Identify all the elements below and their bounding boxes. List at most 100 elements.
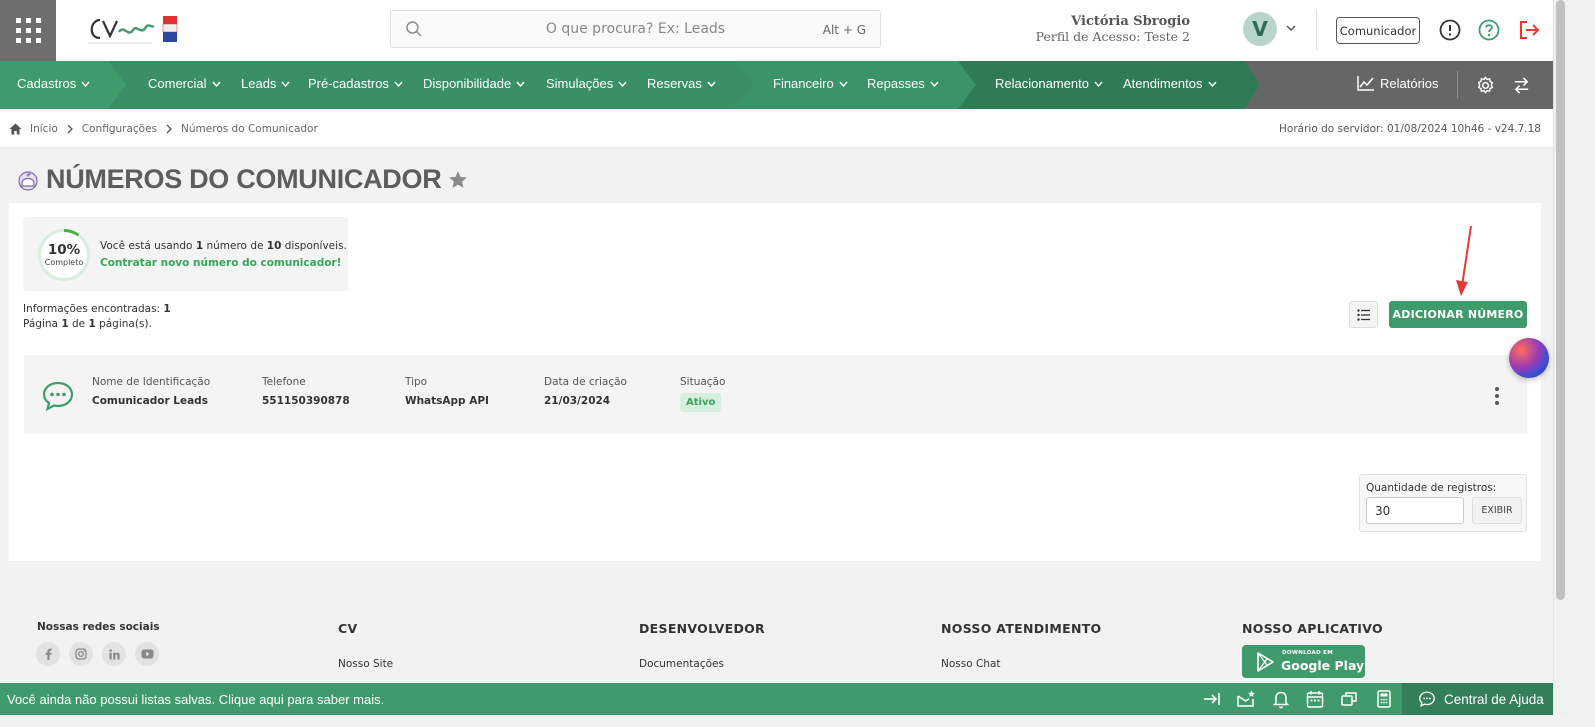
company-logo <box>88 16 178 44</box>
usage-text: disponíveis. <box>281 240 347 252</box>
footer-col-support: NOSSO ATENDIMENTO Nosso Chat <box>941 621 1101 670</box>
instagram-icon[interactable] <box>69 642 93 666</box>
main-nav: Cadastros Comercial Leads Pré-cadastros … <box>0 61 1553 109</box>
social-title: Nossas redes sociais <box>37 621 160 633</box>
results-number: 1 <box>163 303 171 315</box>
pagination-label: página(s). <box>95 318 152 330</box>
nav-repasses[interactable]: Repasses <box>867 76 939 91</box>
nav-pre-cadastros[interactable]: Pré-cadastros <box>308 76 403 91</box>
communicator-button[interactable]: Comunicador <box>1336 17 1420 44</box>
results-info: Informações encontradas: 1 Página 1 de 1… <box>23 302 171 332</box>
search-shortcut-hint: Alt + G <box>822 23 866 37</box>
kebab-dot <box>1495 401 1499 405</box>
youtube-icon[interactable] <box>135 642 159 666</box>
results-label: Informações encontradas: <box>23 303 164 315</box>
col-name-value: Comunicador Leads <box>92 395 208 407</box>
top-header: Alt + G Victória Sbrogio Perfil de Acess… <box>0 0 1553 61</box>
breadcrumb-configuracoes[interactable]: Configurações <box>82 123 157 135</box>
assistant-orb-button[interactable] <box>1509 338 1549 378</box>
nav-relacionamento[interactable]: Relacionamento <box>995 76 1103 91</box>
calculator-icon[interactable] <box>1374 689 1394 709</box>
col-created-header: Data de criação <box>544 376 627 388</box>
user-info[interactable]: Victória Sbrogio Perfil de Acesso: Teste… <box>1036 14 1190 44</box>
info-icon[interactable] <box>1438 18 1462 42</box>
records-input[interactable] <box>1366 497 1464 524</box>
avatar[interactable]: V <box>1243 12 1277 46</box>
chevron-down-icon <box>1094 81 1103 87</box>
status-badge: Ativo <box>680 393 722 412</box>
play-store-icon <box>1257 652 1274 672</box>
col-phone: Telefone 551150390878 <box>262 376 350 407</box>
nav-cadastros[interactable]: Cadastros <box>17 76 90 91</box>
records-per-page-box: Quantidade de registros: EXIBIR <box>1359 474 1527 532</box>
col-name-header: Nome de Identificação <box>92 376 211 388</box>
help-icon[interactable] <box>1477 18 1501 42</box>
star-favorite-icon[interactable] <box>447 169 469 191</box>
row-actions-menu[interactable] <box>1490 385 1504 407</box>
search-input[interactable] <box>391 11 880 47</box>
gear-icon[interactable] <box>1476 76 1495 95</box>
breadcrumb: Início Configurações Números do Comunica… <box>9 123 318 135</box>
chevron-down-icon <box>839 81 848 87</box>
footer-link-site[interactable]: Nosso Site <box>338 658 393 670</box>
help-center-button[interactable]: Central de Ajuda <box>1402 683 1553 715</box>
nav-financeiro[interactable]: Financeiro <box>773 76 848 91</box>
annotation-arrow-icon <box>1456 225 1472 296</box>
bell-icon[interactable] <box>1271 689 1291 709</box>
linkedin-icon[interactable] <box>102 642 126 666</box>
windows-icon[interactable] <box>1339 689 1359 709</box>
nav-label: Disponibilidade <box>423 76 512 91</box>
saved-lists-message[interactable]: Você ainda não possui listas salvas. Cli… <box>7 692 384 707</box>
footer-col-dev: DESENVOLVEDOR Documentações <box>639 621 765 670</box>
nav-relatorios[interactable]: Relatórios <box>1357 75 1439 91</box>
col-created-value: 21/03/2024 <box>544 395 611 407</box>
hire-number-link[interactable]: Contratar novo número do comunicador! <box>100 257 341 269</box>
nav-label: Pré-cadastros <box>308 76 389 91</box>
nav-label: Atendimentos <box>1123 76 1203 91</box>
collapse-right-icon[interactable] <box>1202 689 1222 709</box>
nav-reservas[interactable]: Reservas <box>647 76 716 91</box>
nav-atendimentos[interactable]: Atendimentos <box>1123 76 1217 91</box>
chevron-down-icon <box>394 81 403 87</box>
footer-link-docs[interactable]: Documentações <box>639 658 765 670</box>
chevron-down-icon <box>618 81 627 87</box>
usage-total: 10 <box>266 240 282 252</box>
list-view-button[interactable] <box>1349 301 1378 328</box>
footer-col-title: DESENVOLVEDOR <box>639 621 765 636</box>
footer-col-title: CV <box>338 621 358 636</box>
mail-star-icon[interactable] <box>1236 689 1256 709</box>
breadcrumb-home[interactable]: Início <box>30 123 58 135</box>
col-type-value: WhatsApp API <box>405 395 489 407</box>
main-card: 10% Completo Você está usando 1 número d… <box>9 203 1541 561</box>
nav-leads[interactable]: Leads <box>241 76 290 91</box>
nav-disponibilidade[interactable]: Disponibilidade <box>423 76 525 91</box>
scrollbar-thumb[interactable] <box>1556 0 1565 600</box>
add-number-button[interactable]: ADICIONAR NÚMERO <box>1389 301 1527 328</box>
user-profile: Perfil de Acesso: Teste 2 <box>1035 29 1190 44</box>
server-time: Horário do servidor: 01/08/2024 10h46 - … <box>1279 123 1541 135</box>
footer-col-title: NOSSO APLICATIVO <box>1242 621 1383 636</box>
facebook-icon[interactable] <box>36 642 60 666</box>
nav-label: Cadastros <box>17 76 77 91</box>
nav-simulacoes[interactable]: Simulações <box>546 76 627 91</box>
divider <box>1316 10 1317 50</box>
apps-menu-button[interactable] <box>0 0 56 61</box>
swap-arrows-icon[interactable] <box>1512 76 1531 95</box>
show-records-button[interactable]: EXIBIR <box>1472 497 1522 524</box>
chevron-down-icon[interactable] <box>1285 22 1297 34</box>
footer-link-chat[interactable]: Nosso Chat <box>941 658 1101 670</box>
nav-comercial[interactable]: Comercial <box>148 76 221 91</box>
calendar-icon[interactable] <box>1305 689 1325 709</box>
google-play-small-text: DOWNLOAD EM <box>1282 650 1334 656</box>
social-links <box>36 642 159 666</box>
google-play-button[interactable]: DOWNLOAD EM Google Play <box>1242 645 1365 678</box>
logout-icon[interactable] <box>1517 18 1541 42</box>
help-center-label: Central de Ajuda <box>1444 691 1544 707</box>
page-title-text: NÚMEROS DO COMUNICADOR <box>46 164 442 194</box>
col-phone-header: Telefone <box>262 376 306 388</box>
chevron-down-icon <box>1207 81 1217 87</box>
usage-box: 10% Completo Você está usando 1 número d… <box>23 217 348 291</box>
chevron-down-icon <box>516 81 525 87</box>
home-icon[interactable] <box>9 123 22 135</box>
col-name: Nome de Identificação Comunicador Leads <box>92 376 210 407</box>
